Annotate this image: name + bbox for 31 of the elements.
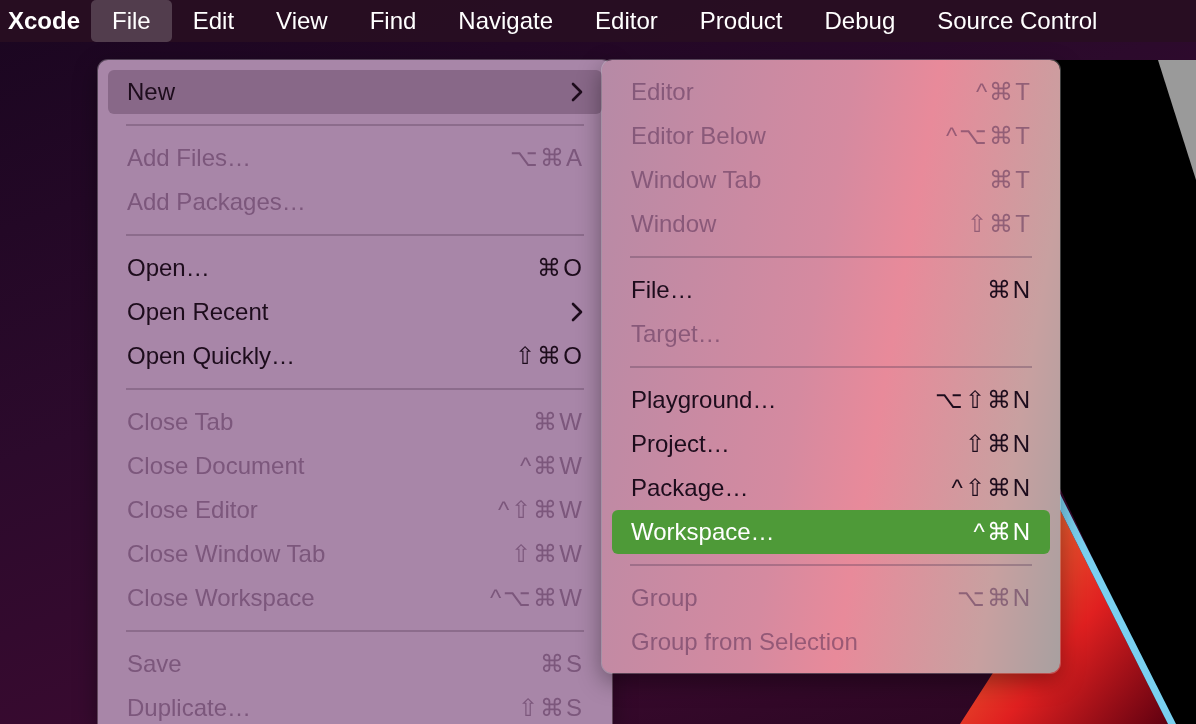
menu-title[interactable]: Editor — [574, 0, 679, 42]
shortcut-label: ^⌥⌘T — [946, 122, 1032, 150]
menu-title[interactable]: Find — [348, 0, 438, 42]
shortcut-label: ⌘T — [989, 166, 1032, 194]
menu-title[interactable]: Edit — [171, 0, 256, 42]
menu-title[interactable]: Navigate — [437, 0, 575, 42]
menu-item[interactable]: Package… ^⇧⌘N — [612, 466, 1050, 510]
shortcut-label: ^⇧⌘N — [951, 474, 1032, 502]
menu-item[interactable]: Workspace… ^⌘N — [612, 510, 1050, 554]
shortcut-label: ⌥⌘N — [956, 584, 1032, 612]
menu-item[interactable]: Open Quickly… ⇧⌘O — [108, 334, 602, 378]
menu-item[interactable]: Playground… ⌥⇧⌘N — [612, 378, 1050, 422]
menu-item[interactable]: Open Recent — [108, 290, 602, 334]
shortcut-label: ⇧⌘O — [515, 342, 584, 370]
shortcut-label: ⌘O — [537, 254, 584, 282]
menu-title[interactable]: View — [255, 0, 349, 42]
menu-item[interactable]: Open… ⌘O — [108, 246, 602, 290]
shortcut-label: ⇧⌘T — [967, 210, 1032, 238]
app-menu[interactable]: Xcode — [0, 0, 92, 42]
menu-title[interactable]: Debug — [803, 0, 917, 42]
menu-title[interactable]: File — [91, 0, 172, 42]
menu-item[interactable]: File… ⌘N — [612, 268, 1050, 312]
menu-item[interactable]: New — [108, 70, 602, 114]
shortcut-label: ⇧⌘N — [964, 430, 1032, 458]
shortcut-label: ⌘N — [986, 276, 1032, 304]
menu-title[interactable]: Product — [678, 0, 804, 42]
shortcut-label: ^⌘T — [976, 78, 1032, 106]
menu-title[interactable]: Source Control — [916, 0, 1119, 42]
shortcut-label: ^⌘N — [973, 518, 1032, 546]
menu-item[interactable]: Project… ⇧⌘N — [612, 422, 1050, 466]
shortcut-label: ⌥⇧⌘N — [934, 386, 1032, 414]
